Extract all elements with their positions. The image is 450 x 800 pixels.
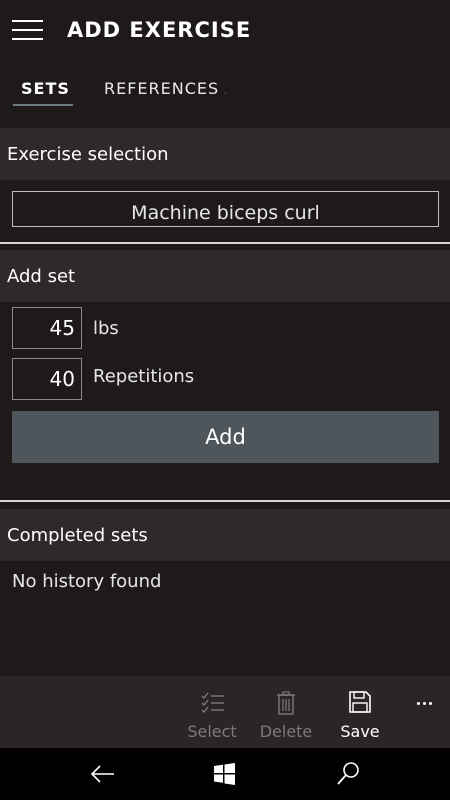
hamburger-icon[interactable] (12, 18, 44, 42)
save-button-label: Save (340, 722, 380, 741)
search-icon[interactable] (332, 758, 364, 790)
repetitions-input[interactable]: 40 (12, 358, 82, 400)
repetitions-label: Repetitions (93, 366, 195, 387)
trash-icon (277, 691, 295, 715)
completed-sets-header: Completed sets (0, 509, 450, 561)
tab-sets[interactable]: SETS (21, 79, 70, 98)
pivot-tabs: SETS REFERENCES AND NOTES (0, 62, 450, 122)
system-nav-bar (0, 748, 450, 800)
select-button-label: Select (187, 722, 237, 741)
select-button[interactable]: Select (183, 676, 241, 748)
delete-button-label: Delete (259, 722, 313, 741)
save-icon (349, 691, 371, 713)
app-header: ADD EXERCISE (0, 0, 450, 62)
exercise-selector[interactable]: Machine biceps curl (12, 191, 439, 227)
save-button[interactable]: Save (336, 676, 384, 748)
page-title: ADD EXERCISE (67, 18, 252, 42)
ellipsis-icon[interactable] (408, 694, 438, 714)
delete-button[interactable]: Delete (257, 676, 315, 748)
tab-references-and-notes[interactable]: REFERENCES AND NOTES (104, 79, 226, 98)
section-divider (0, 242, 450, 244)
completed-sets-title: Completed sets (7, 525, 148, 546)
multi-select-icon (201, 692, 224, 714)
weight-input[interactable]: 45 (12, 307, 82, 349)
back-arrow-icon[interactable] (87, 758, 119, 790)
active-tab-indicator (13, 104, 73, 106)
add-set-title: Add set (7, 266, 76, 287)
exercise-selection-title: Exercise selection (7, 144, 169, 165)
add-set-header: Add set (0, 250, 450, 302)
exercise-selection-header: Exercise selection (0, 128, 450, 180)
section-divider (0, 500, 450, 502)
command-bar: Select Delete Save (0, 676, 450, 748)
weight-unit-label: lbs (93, 318, 119, 339)
windows-start-icon[interactable] (209, 758, 241, 790)
exercise-selector-value: Machine biceps curl (131, 202, 320, 224)
empty-history-message: No history found (12, 571, 162, 592)
add-set-button[interactable]: Add (12, 411, 439, 463)
